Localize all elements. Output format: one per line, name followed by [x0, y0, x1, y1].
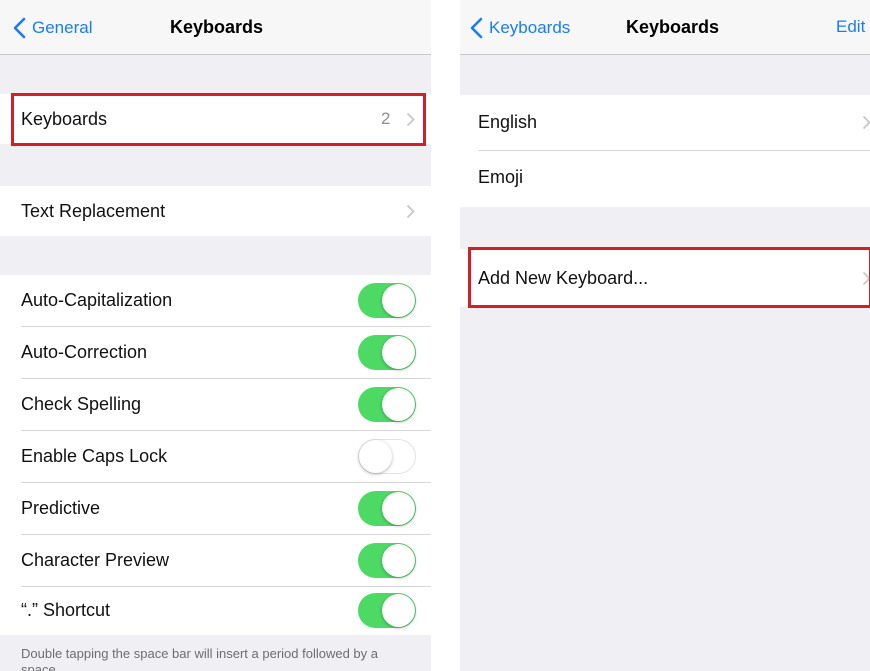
back-button-keyboards[interactable]: Keyboards: [470, 15, 570, 41]
keyboard-name: Emoji: [478, 167, 524, 187]
add-keyboard-highlight: [468, 247, 870, 308]
switch-knob: [382, 388, 415, 421]
chevron-left-icon: [470, 17, 483, 39]
keyboard-settings-screen: General Keyboards Keyboards 2 Text Repla…: [0, 0, 431, 671]
toggle-label: “.” Shortcut: [21, 600, 111, 620]
toggle-label: Predictive: [21, 498, 101, 518]
toggle-label: Enable Caps Lock: [21, 446, 168, 466]
text-replacement-row[interactable]: Text Replacement: [0, 186, 431, 236]
predictive-switch[interactable]: [358, 491, 416, 526]
back-button-general[interactable]: General: [13, 15, 92, 41]
keyboards-list-screen: Keyboards Keyboards Edit English Emoji A…: [460, 0, 870, 671]
switch-knob: [382, 336, 415, 369]
keyboard-row-english[interactable]: English: [460, 95, 870, 150]
toggle-row-predictive: Predictive: [0, 483, 431, 534]
toggle-row-auto-correction: Auto-Correction: [0, 327, 431, 378]
character-preview-switch[interactable]: [358, 543, 416, 578]
chevron-left-icon: [13, 17, 26, 39]
page-title: Keyboards: [626, 17, 720, 37]
text-replacement-label: Text Replacement: [21, 201, 166, 221]
toggle-row-auto-capitalization: Auto-Capitalization: [0, 275, 431, 326]
keyboard-list: English Emoji: [460, 95, 870, 207]
keyboard-name: English: [478, 112, 538, 132]
toggle-label: Check Spelling: [21, 394, 142, 414]
check-spelling-switch[interactable]: [358, 387, 416, 422]
period-shortcut-footer: Double tapping the space bar will insert…: [21, 646, 378, 671]
back-label: Keyboards: [489, 18, 571, 37]
edit-button[interactable]: Edit: [836, 17, 865, 37]
switch-knob: [382, 284, 415, 317]
switch-knob: [359, 440, 392, 473]
keyboards-row-highlight: [11, 93, 426, 146]
toggle-row-period-shortcut: “.” Shortcut: [0, 587, 431, 635]
back-label: General: [32, 18, 93, 37]
auto-correction-switch[interactable]: [358, 335, 416, 370]
switch-knob: [382, 544, 415, 577]
toggle-label: Character Preview: [21, 550, 170, 570]
period-shortcut-switch[interactable]: [358, 593, 416, 628]
auto-capitalization-switch[interactable]: [358, 283, 416, 318]
chevron-right-icon: [406, 204, 415, 219]
toggle-row-character-preview: Character Preview: [0, 535, 431, 586]
chevron-right-icon: [862, 115, 870, 130]
nav-bar: Keyboards Keyboards Edit: [460, 0, 870, 55]
keyboard-row-emoji[interactable]: Emoji: [460, 151, 870, 207]
enable-caps-lock-switch[interactable]: [358, 439, 416, 474]
toggle-row-enable-caps-lock: Enable Caps Lock: [0, 431, 431, 482]
toggle-group: Auto-Capitalization Auto-Correction Chec…: [0, 275, 431, 635]
toggle-label: Auto-Capitalization: [21, 290, 173, 310]
switch-knob: [382, 492, 415, 525]
page-title: Keyboards: [170, 17, 264, 37]
switch-knob: [382, 594, 415, 627]
toggle-label: Auto-Correction: [21, 342, 148, 362]
nav-bar: General Keyboards: [0, 0, 431, 55]
toggle-row-check-spelling: Check Spelling: [0, 379, 431, 430]
